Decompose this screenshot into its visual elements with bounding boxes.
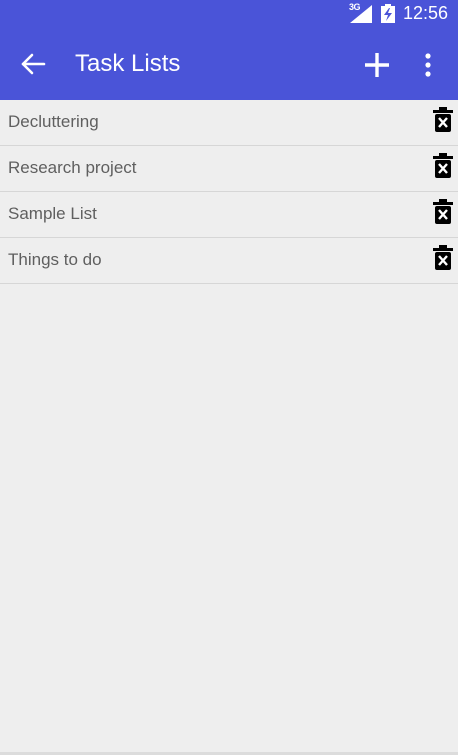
delete-icon: [433, 245, 453, 270]
delete-icon: [433, 153, 453, 178]
list-item-label: Decluttering: [8, 112, 99, 131]
back-button[interactable]: [14, 49, 50, 79]
delete-icon: [433, 199, 453, 224]
overflow-menu-button[interactable]: [414, 49, 442, 81]
clock: 12:56: [403, 3, 449, 23]
arrow-back-icon: [21, 53, 46, 75]
signal-icon: [350, 5, 372, 23]
page-title: Task Lists: [75, 50, 181, 77]
list-item[interactable]: Sample List: [0, 192, 458, 238]
plus-icon: [365, 53, 389, 77]
status-bar: 3G 12:56: [0, 0, 458, 27]
list-item-label: Research project: [8, 158, 137, 177]
list-item[interactable]: Decluttering: [0, 100, 458, 146]
list-item-label: Things to do: [8, 250, 102, 269]
delete-list-button[interactable]: [433, 107, 453, 132]
screen: 3G 12:56 Task Lists Decluttering Researc…: [0, 0, 458, 755]
list-item[interactable]: Things to do: [0, 238, 458, 284]
list-item-label: Sample List: [8, 204, 97, 223]
delete-list-button[interactable]: [433, 245, 453, 270]
battery-charging-icon: [381, 4, 395, 23]
delete-icon: [433, 107, 453, 132]
more-vert-icon: [425, 53, 431, 77]
app-bar: Task Lists: [0, 27, 458, 100]
task-list: Decluttering Research project Sample Lis…: [0, 100, 458, 284]
delete-list-button[interactable]: [433, 199, 453, 224]
add-list-button[interactable]: [360, 48, 394, 82]
delete-list-button[interactable]: [433, 153, 453, 178]
list-item[interactable]: Research project: [0, 146, 458, 192]
